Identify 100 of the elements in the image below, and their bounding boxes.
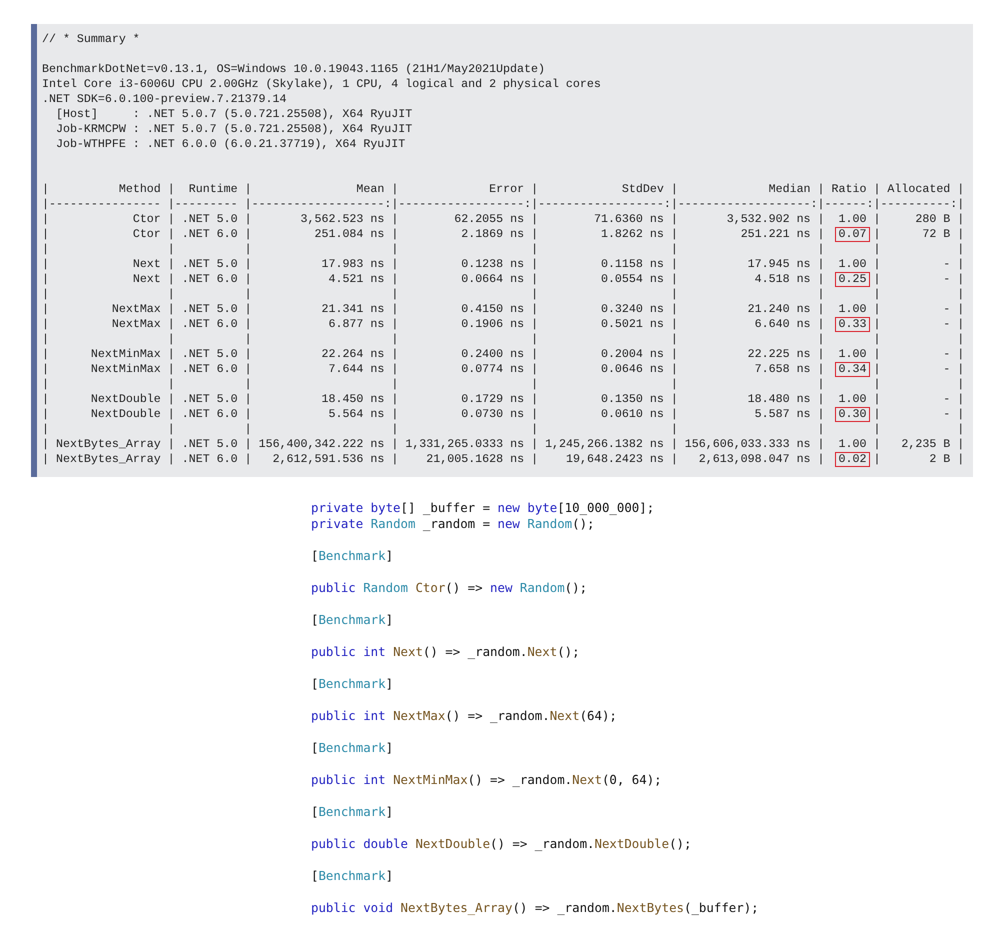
table-pipe: | xyxy=(873,377,880,392)
table-pipe: | xyxy=(244,197,252,212)
table-pipe: | xyxy=(531,437,538,452)
table-pipe: | xyxy=(670,317,678,332)
table-pipe: | xyxy=(957,377,964,392)
table-pipe: | xyxy=(168,422,175,437)
table-pipe: | xyxy=(873,332,880,347)
table-pipe: | xyxy=(42,287,49,302)
table-cell-text: 251.221 ns xyxy=(740,227,812,242)
table-pipe: | xyxy=(168,452,175,467)
table-cell-text: 22.225 ns xyxy=(746,347,812,362)
column-header: Median xyxy=(768,182,812,197)
table-pipe: | xyxy=(531,212,538,227)
table-pipe: | xyxy=(670,227,678,242)
table-pipe: | xyxy=(818,212,825,227)
alignment-rule: --------- xyxy=(174,197,239,212)
table-cell-text: 0.2400 ns xyxy=(460,347,526,362)
table-pipe: | xyxy=(818,422,825,437)
table-pipe: | xyxy=(957,182,964,197)
table-cell-text: .NET 6.0 xyxy=(180,407,239,422)
table-cell: 0.07 xyxy=(834,227,870,242)
table-pipe: | xyxy=(244,422,252,437)
table-cell-text: 3,532.902 ns xyxy=(726,212,812,227)
table-cell-text: 0.1906 ns xyxy=(460,317,526,332)
table-pipe: | xyxy=(957,407,964,422)
table-pipe: | xyxy=(957,437,964,452)
table-cell-text: 6.640 ns xyxy=(754,317,812,332)
table-cell-text: 0.1350 ns xyxy=(600,392,665,407)
table-pipe: | xyxy=(670,182,678,197)
table-cell-text: 21,005.1628 ns xyxy=(425,452,526,467)
table-pipe: | xyxy=(818,362,825,377)
table-cell: 0.30 xyxy=(834,407,870,422)
table-pipe: | xyxy=(873,197,880,212)
table-cell-text: 2,612,591.536 ns xyxy=(272,452,386,467)
table-cell-text: 17.983 ns xyxy=(320,257,386,272)
alignment-rule: ---------------- xyxy=(49,197,162,212)
table-pipe: | xyxy=(873,257,880,272)
table-cell-text: 0.1729 ns xyxy=(460,392,526,407)
table-pipe: | xyxy=(42,377,49,392)
code-line: public int Next() => _random.Next(); xyxy=(311,644,581,660)
table-pipe: | xyxy=(818,302,825,317)
table-pipe: | xyxy=(531,422,538,437)
table-cell-text: 0.0730 ns xyxy=(460,407,526,422)
table-cell-text: - xyxy=(942,302,952,317)
table-pipe: | xyxy=(957,272,964,287)
table-pipe: | xyxy=(818,452,825,467)
alignment-rule: ------: xyxy=(824,197,874,212)
table-pipe: | xyxy=(42,182,49,197)
table-pipe: | xyxy=(818,347,825,362)
table-cell-text: 19,648.2423 ns xyxy=(565,452,665,467)
table-cell-text: 156,606,033.333 ns xyxy=(684,437,812,452)
table-cell-text: 2,613,098.047 ns xyxy=(698,452,812,467)
table-pipe: | xyxy=(391,272,398,287)
table-pipe: | xyxy=(391,212,398,227)
table-pipe: | xyxy=(244,212,252,227)
table-cell-text: 21.341 ns xyxy=(320,302,386,317)
table-pipe: | xyxy=(531,392,538,407)
table-pipe: | xyxy=(818,332,825,347)
table-cell-text: 21.240 ns xyxy=(746,302,812,317)
table-pipe: | xyxy=(42,227,49,242)
table-cell-text: 0.3240 ns xyxy=(600,302,665,317)
table-pipe: | xyxy=(818,242,825,257)
table-cell-text: 0.1158 ns xyxy=(600,257,665,272)
table-pipe: | xyxy=(244,392,252,407)
table-cell-text: - xyxy=(942,257,952,272)
table-pipe: | xyxy=(168,407,175,422)
table-pipe: | xyxy=(670,242,678,257)
table-pipe: | xyxy=(818,197,825,212)
table-pipe: | xyxy=(873,437,880,452)
column-header: StdDev xyxy=(620,182,665,197)
table-cell-text: 0.5021 ns xyxy=(600,317,665,332)
table-cell-text: 2,235 B xyxy=(900,437,952,452)
table-pipe: | xyxy=(391,317,398,332)
table-cell-text: 0.0646 ns xyxy=(600,362,665,377)
table-pipe: | xyxy=(531,257,538,272)
table-pipe: | xyxy=(873,317,880,332)
table-pipe: | xyxy=(873,272,880,287)
alignment-rule: ----------: xyxy=(880,197,958,212)
table-pipe: | xyxy=(670,197,678,212)
summary-line: Job-WTHPFE : .NET 6.0.0 (6.0.21.37719), X64 RyuJIT xyxy=(54,137,406,152)
table-pipe: | xyxy=(391,227,398,242)
table-cell-text: 1.00 xyxy=(838,302,868,317)
code-line: public int NextMinMax() => _random.Next(0, 64); xyxy=(311,772,663,788)
table-cell-text: NextMinMax xyxy=(90,362,162,377)
table-pipe: | xyxy=(244,407,252,422)
table-cell-text: NextDouble xyxy=(90,407,162,422)
table-pipe: | xyxy=(957,332,964,347)
table-pipe: | xyxy=(168,212,175,227)
table-pipe: | xyxy=(531,362,538,377)
table-cell-text: .NET 5.0 xyxy=(180,257,239,272)
table-pipe: | xyxy=(244,362,252,377)
table-pipe: | xyxy=(168,317,175,332)
table-pipe: | xyxy=(957,242,964,257)
table-cell-text: .NET 6.0 xyxy=(180,227,239,242)
table-pipe: | xyxy=(168,392,175,407)
table-pipe: | xyxy=(957,317,964,332)
table-pipe: | xyxy=(957,227,964,242)
table-cell-text: 1,245,266.1382 ns xyxy=(544,437,665,452)
table-cell-text: 5.564 ns xyxy=(327,407,386,422)
table-cell: 0.34 xyxy=(834,362,870,377)
